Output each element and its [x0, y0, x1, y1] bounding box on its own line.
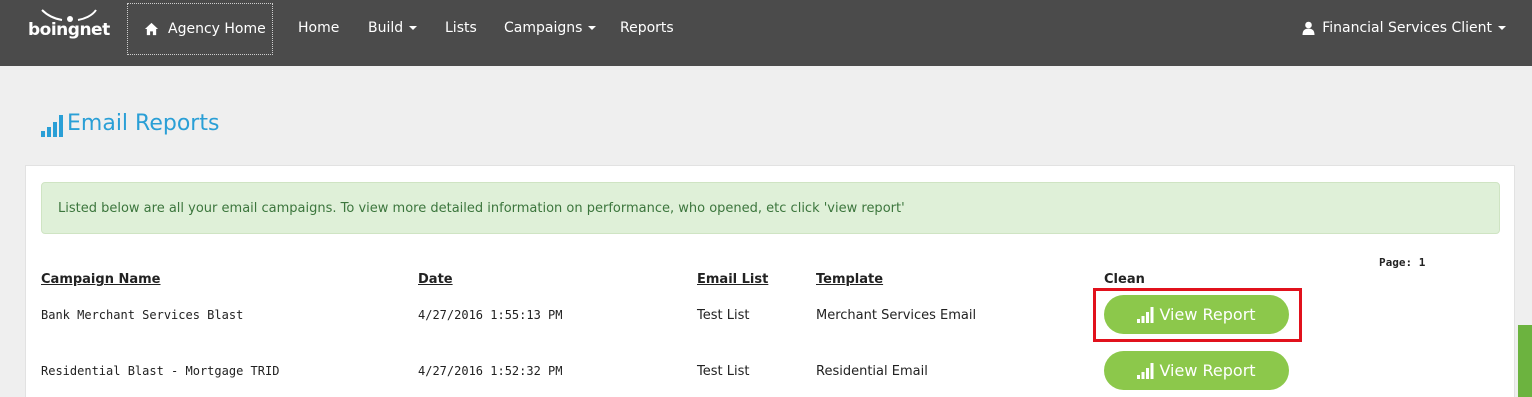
- nav-reports-label: Reports: [620, 20, 674, 36]
- highlight-box: [1093, 288, 1302, 342]
- reports-panel: Listed below are all your email campaign…: [25, 165, 1515, 397]
- boingnet-logo[interactable]: boingnet: [28, 8, 110, 46]
- col-header-date[interactable]: Date: [418, 272, 453, 287]
- nav-lists-label: Lists: [445, 20, 477, 36]
- cell-date: 4/27/2016 1:52:32 PM: [418, 364, 563, 378]
- cell-template: Merchant Services Email: [816, 308, 977, 323]
- user-name: Financial Services Client: [1322, 20, 1492, 36]
- nav-home-label: Home: [298, 20, 340, 36]
- agency-home-label: Agency Home: [168, 21, 266, 37]
- agency-home-button[interactable]: Agency Home: [127, 3, 273, 55]
- col-header-template[interactable]: Template: [816, 272, 883, 287]
- user-icon: [1302, 21, 1315, 35]
- nav-lists[interactable]: Lists: [445, 19, 477, 37]
- feedback-tab[interactable]: [1518, 325, 1532, 397]
- logo-text: boingnet: [28, 20, 110, 40]
- pager: Page: 1: [1379, 256, 1426, 269]
- nav-campaigns[interactable]: Campaigns: [504, 19, 597, 37]
- home-icon: [144, 22, 159, 36]
- page-title-block: Email Reports: [40, 109, 219, 137]
- top-navbar: boingnet Agency Home Home Build Lists Ca…: [0, 0, 1532, 66]
- chevron-down-icon: [588, 26, 597, 30]
- col-header-clean: Clean: [1104, 272, 1145, 287]
- col-header-email-list[interactable]: Email List: [697, 272, 768, 287]
- view-report-button[interactable]: View Report: [1104, 351, 1289, 390]
- info-alert-text: Listed below are all your email campaign…: [58, 200, 905, 216]
- chevron-down-icon: [409, 26, 418, 30]
- chevron-down-icon: [1498, 26, 1506, 30]
- cell-email-list: Test List: [697, 308, 750, 323]
- cell-email-list: Test List: [697, 364, 750, 379]
- signal-bars-icon: [41, 115, 63, 137]
- cell-campaign-name: Bank Merchant Services Blast: [41, 308, 244, 322]
- page-title: Email Reports: [67, 111, 220, 136]
- nav-build[interactable]: Build: [368, 19, 418, 37]
- nav-build-label: Build: [368, 20, 404, 36]
- cell-campaign-name: Residential Blast - Mortgage TRID: [41, 364, 280, 378]
- nav-campaigns-label: Campaigns: [504, 20, 583, 36]
- user-menu[interactable]: Financial Services Client: [1302, 19, 1506, 37]
- cell-date: 4/27/2016 1:55:13 PM: [418, 308, 563, 322]
- nav-reports[interactable]: Reports: [620, 19, 674, 37]
- view-report-label: View Report: [1159, 361, 1256, 380]
- signal-bars-icon: [1137, 362, 1154, 379]
- nav-home[interactable]: Home: [298, 19, 339, 37]
- info-alert: Listed below are all your email campaign…: [41, 182, 1500, 234]
- cell-template: Residential Email: [816, 364, 928, 379]
- col-header-campaign-name[interactable]: Campaign Name: [41, 272, 161, 287]
